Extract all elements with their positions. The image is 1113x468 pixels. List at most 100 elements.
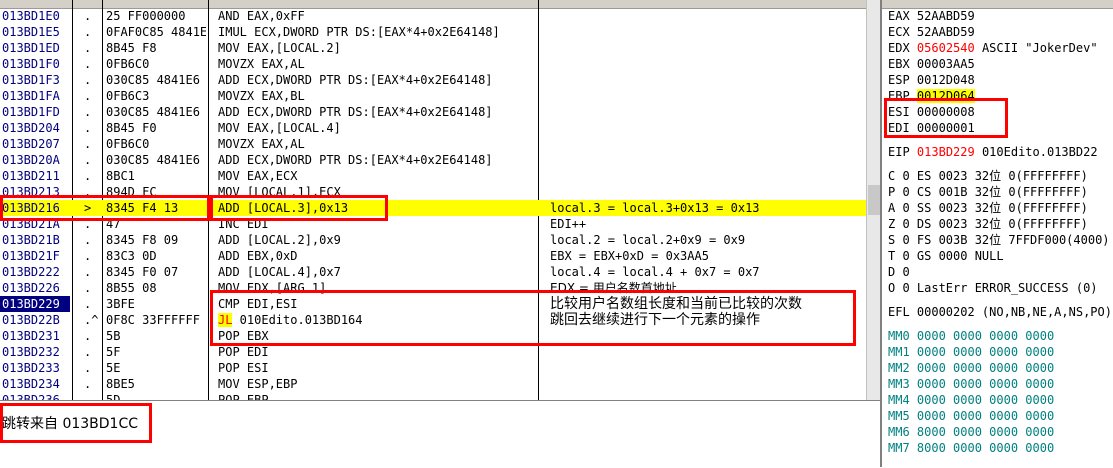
instruction: ADD [LOCAL.4],0x7 bbox=[218, 265, 341, 279]
jump-marker: . bbox=[84, 233, 92, 247]
jump-marker: . bbox=[84, 9, 92, 23]
hex-bytes: 0F8C 33FFFFFF bbox=[106, 313, 200, 327]
code-row[interactable]: 013BD1FD. 030C85 4841E6 ADD ECX,DWORD PTR … bbox=[0, 104, 866, 120]
reg-mm0[interactable]: MM0 0000 0000 0000 0000 bbox=[888, 328, 1054, 344]
registers-pane[interactable]: EAX 52AABD59 ECX 52AABD59 EDX 05602540 A… bbox=[880, 0, 1113, 467]
reg-mm2[interactable]: MM2 0000 0000 0000 0000 bbox=[888, 360, 1054, 376]
address: 013BD226 bbox=[2, 281, 60, 295]
reg-esp[interactable]: ESP 0012D048 bbox=[888, 72, 975, 88]
jump-marker: . bbox=[84, 169, 92, 183]
address: 013BD21B bbox=[2, 233, 60, 247]
code-row[interactable]: 013BD207. 0FB6C0 MOVZX EAX,AL bbox=[0, 136, 866, 152]
reg-edx-name: EDX bbox=[888, 41, 910, 55]
flag-t[interactable]: T 0 GS 0000 NULL bbox=[888, 248, 1004, 264]
comment: EBX = EBX+0xD = 0x3AA5 bbox=[550, 249, 709, 263]
reg-eip-value: 013BD229 bbox=[916, 145, 975, 159]
hex-bytes: 8345 F8 09 bbox=[106, 233, 179, 247]
flag-z[interactable]: Z 0 DS 0023 32位 0(FFFFFFFF) bbox=[888, 216, 1088, 232]
disassembly-pane[interactable]: 013BD1E0. 25 FF000000 AND EAX,0xFF 013BD1E… bbox=[0, 0, 866, 400]
flag-o[interactable]: O 0 LastErr ERROR_SUCCESS (0) bbox=[888, 280, 1098, 296]
reg-ebx[interactable]: EBX 00003AA5 bbox=[888, 56, 975, 72]
flag-c[interactable]: C 0 ES 0023 32位 0(FFFFFFFF) bbox=[888, 168, 1088, 184]
code-row[interactable]: 013BD204. 8B45 F0 MOV EAX,[LOCAL.4] bbox=[0, 120, 866, 136]
code-row[interactable]: 013BD211. 8BC1 MOV EAX,ECX bbox=[0, 168, 866, 184]
hex-bytes: 0FB6C3 bbox=[106, 89, 150, 103]
comment: local.2 = local.2+0x9 = 0x9 bbox=[550, 233, 746, 247]
address: 013BD22B bbox=[2, 313, 60, 327]
code-row[interactable]: 013BD21B. 8345 F8 09 ADD [LOCAL.2],0x9 loca… bbox=[0, 232, 866, 248]
code-row[interactable]: 013BD1E0. 25 FF000000 AND EAX,0xFF bbox=[0, 8, 866, 24]
address: 013BD229 bbox=[0, 296, 70, 312]
jump-marker: . bbox=[84, 137, 92, 151]
reg-ecx[interactable]: ECX 52AABD59 bbox=[888, 24, 975, 40]
jump-marker: . bbox=[84, 393, 92, 400]
reg-eip-name: EIP bbox=[888, 145, 910, 159]
address: 013BD1FD bbox=[2, 105, 60, 119]
address: 013BD21F bbox=[2, 249, 60, 263]
jump-marker: . bbox=[84, 89, 92, 103]
address: 013BD207 bbox=[2, 137, 60, 151]
code-row[interactable]: 013BD21F. 83C3 0D ADD EBX,0xD EBX = EBX+0xD… bbox=[0, 248, 866, 264]
code-row[interactable]: 013BD222. 8345 F0 07 ADD [LOCAL.4],0x7 loca… bbox=[0, 264, 866, 280]
jump-marker: . bbox=[84, 121, 92, 135]
jump-marker: .^ bbox=[84, 313, 99, 327]
reg-mm1[interactable]: MM1 0000 0000 0000 0000 bbox=[888, 344, 1054, 360]
code-row[interactable]: 013BD236. 5D POP EBP bbox=[0, 392, 866, 400]
jump-marker: . bbox=[84, 25, 92, 39]
code-row[interactable]: 013BD20A. 030C85 4841E6 ADD ECX,DWORD PTR … bbox=[0, 152, 866, 168]
address: 013BD233 bbox=[2, 361, 60, 375]
address: 013BD1ED bbox=[2, 41, 60, 55]
code-row[interactable]: 013BD1F3. 030C85 4841E6 ADD ECX,DWORD PTR … bbox=[0, 72, 866, 88]
reg-mm4[interactable]: MM4 0000 0000 0000 0000 bbox=[888, 392, 1054, 408]
disassembly-scrollbar[interactable] bbox=[866, 0, 881, 400]
address: 013BD1FA bbox=[2, 89, 60, 103]
address: 013BD222 bbox=[2, 265, 60, 279]
reg-mm7[interactable]: MM7 8000 0000 0000 0000 bbox=[888, 440, 1054, 456]
address: 013BD211 bbox=[2, 169, 60, 183]
code-row[interactable]: 013BD1F0. 0FB6C0 MOVZX EAX,AL bbox=[0, 56, 866, 72]
hex-bytes: 030C85 4841E6 bbox=[106, 105, 200, 119]
hex-bytes: 0FB6C0 bbox=[106, 137, 150, 151]
reg-eip[interactable]: EIP 013BD229 010Edito.013BD22 bbox=[888, 144, 1098, 160]
hex-bytes: 8B45 F0 bbox=[106, 121, 157, 135]
annotation-box-instruction bbox=[210, 195, 388, 221]
jump-marker: . bbox=[84, 41, 92, 55]
flag-s[interactable]: S 0 FS 003B 32位 7FFDF000(4000) bbox=[888, 232, 1110, 248]
reg-mm3[interactable]: MM3 0000 0000 0000 0000 bbox=[888, 376, 1054, 392]
flag-p[interactable]: P 0 CS 001B 32位 0(FFFFFFFF) bbox=[888, 184, 1088, 200]
reg-mm6[interactable]: MM6 8000 0000 0000 0000 bbox=[888, 424, 1054, 440]
instruction: MOV ESP,EBP bbox=[218, 377, 298, 391]
instruction: POP EBP bbox=[218, 393, 269, 400]
jump-marker: . bbox=[84, 329, 92, 343]
scrollbar-thumb[interactable] bbox=[868, 185, 880, 215]
address: 013BD204 bbox=[2, 121, 60, 135]
annotation-box-jump-from bbox=[0, 403, 152, 443]
code-row[interactable]: 013BD1ED. 8B45 F8 MOV EAX,[LOCAL.2] bbox=[0, 40, 866, 56]
code-row[interactable]: 013BD234. 8BE5 MOV ESP,EBP bbox=[0, 376, 866, 392]
comment: local.3 = local.3+0x13 = 0x13 bbox=[550, 201, 760, 215]
jump-marker: . bbox=[84, 265, 92, 279]
jump-marker: . bbox=[84, 281, 92, 295]
reg-efl[interactable]: EFL 00000202 (NO,NB,NE,A,NS,PO) bbox=[888, 304, 1112, 320]
comment: local.4 = local.4 + 0x7 = 0x7 bbox=[550, 265, 760, 279]
code-row[interactable]: 013BD1FA. 0FB6C3 MOVZX EAX,BL bbox=[0, 88, 866, 104]
code-row[interactable]: 013BD1E5. 0FAF0C85 4841E6 IMUL ECX,DWORD P… bbox=[0, 24, 866, 40]
code-row[interactable]: 013BD232. 5F POP EDI bbox=[0, 344, 866, 360]
reg-edx[interactable]: EDX 05602540 ASCII "JokerDev" bbox=[888, 40, 1098, 56]
instruction: MOVZX EAX,AL bbox=[218, 57, 305, 71]
reg-eax[interactable]: EAX 52AABD59 bbox=[888, 8, 975, 24]
instruction: MOV EAX,[LOCAL.2] bbox=[218, 41, 341, 55]
hex-bytes: 8B45 F8 bbox=[106, 41, 157, 55]
code-row[interactable]: 013BD233. 5E POP ESI bbox=[0, 360, 866, 376]
hex-bytes: 83C3 0D bbox=[106, 249, 157, 263]
flag-d[interactable]: D 0 bbox=[888, 264, 910, 280]
annotation-box-esi-edi bbox=[884, 98, 1008, 138]
address: 013BD20A bbox=[2, 153, 60, 167]
flag-a[interactable]: A 0 SS 0023 32位 0(FFFFFFFF) bbox=[888, 200, 1088, 216]
instruction: ADD ECX,DWORD PTR DS:[EAX*4+0x2E64148] bbox=[218, 105, 493, 119]
address: 013BD1E0 bbox=[2, 9, 60, 23]
reg-mm5[interactable]: MM5 0000 0000 0000 0000 bbox=[888, 408, 1054, 424]
address: 013BD1F0 bbox=[2, 57, 60, 71]
reg-edx-value: 05602540 bbox=[916, 41, 975, 55]
annotation-box-address bbox=[0, 195, 210, 221]
